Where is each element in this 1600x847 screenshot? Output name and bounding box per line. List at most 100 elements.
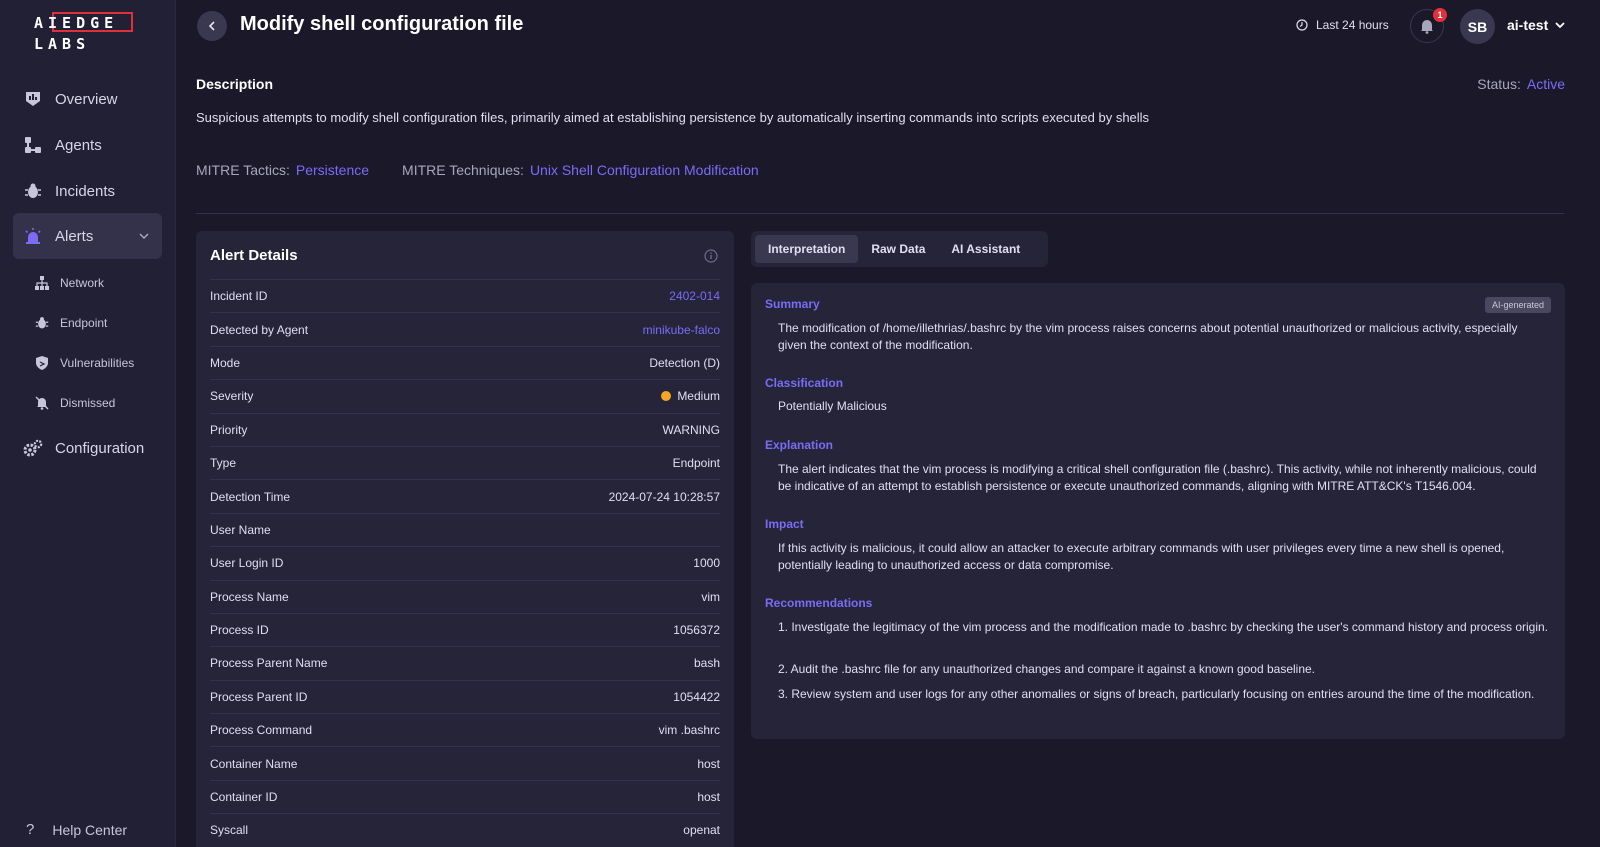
alert-details-table: Incident ID 2402-014 Detected by Agent min… xyxy=(210,279,720,847)
sidebar-item-overview[interactable]: Overview xyxy=(13,76,162,122)
row-key: Type xyxy=(210,456,237,471)
mitre-techniques-link[interactable]: Unix Shell Configuration Modification xyxy=(530,162,759,178)
sidebar-item-label: Alerts xyxy=(55,227,94,245)
sidebar-subitem-label: Endpoint xyxy=(60,316,108,330)
row-value: openat xyxy=(683,823,720,838)
severity-value: Medium xyxy=(661,389,720,403)
sidebar-subitem-label: Dismissed xyxy=(60,396,116,410)
sidebar-item-label: Agents xyxy=(55,136,102,154)
mitre-tactics-link[interactable]: Persistence xyxy=(296,162,369,178)
sidebar-subitem-network[interactable]: Network xyxy=(34,271,104,295)
agents-icon xyxy=(23,135,43,155)
sidebar-subitem-label: Vulnerabilities xyxy=(60,356,135,370)
time-range-label: Last 24 hours xyxy=(1316,18,1389,32)
row-key: Syscall xyxy=(210,823,249,838)
notifications-button[interactable]: 1 xyxy=(1410,8,1447,43)
time-range-selector[interactable]: Last 24 hours xyxy=(1296,18,1389,32)
sidebar-item-label: Configuration xyxy=(55,439,145,457)
logo-line1: AIEDGE xyxy=(34,14,119,32)
row-value: 1054422 xyxy=(673,689,720,704)
siren-icon xyxy=(23,226,43,246)
row-key: Process ID xyxy=(210,623,269,638)
row-key: Detection Time xyxy=(210,489,291,504)
row-value: host xyxy=(697,756,720,771)
row-key: Priority xyxy=(210,422,248,437)
row-key: Process Command xyxy=(210,723,313,738)
classification-text: Potentially Malicious xyxy=(778,399,887,413)
table-row: Container ID host xyxy=(210,779,720,813)
help-center-link[interactable]: ? Help Center xyxy=(26,821,127,838)
mitre-info: MITRE Tactics: Persistence MITRE Techniq… xyxy=(196,162,759,178)
chevron-down-icon xyxy=(138,229,150,247)
sidebar-item-incidents[interactable]: Incidents xyxy=(13,168,162,214)
status-badge: Active xyxy=(1526,76,1565,92)
row-key: Container Name xyxy=(210,756,298,771)
row-key: Container ID xyxy=(210,790,278,805)
chevron-left-icon xyxy=(208,21,215,31)
clock-icon xyxy=(1296,19,1308,31)
alert-details-panel: Alert Details Incident ID 2402-014 Detect… xyxy=(196,231,734,847)
mitre-tactics-label: MITRE Tactics: xyxy=(196,162,290,178)
classification-heading: Classification xyxy=(765,376,844,390)
table-row: Detection Time 2024-07-24 10:28:57 xyxy=(210,479,720,512)
row-value: vim .bashrc xyxy=(658,723,720,738)
bug-icon xyxy=(23,181,43,201)
user-menu[interactable]: ai-test xyxy=(1507,17,1566,33)
table-row: Detected by Agent minikube-falco xyxy=(210,312,720,345)
row-key: Process Name xyxy=(210,589,289,604)
status-label: Status: xyxy=(1477,76,1521,92)
status: Status: Active xyxy=(1477,76,1565,92)
row-value: Endpoint xyxy=(672,456,720,471)
sidebar-subitem-label: Network xyxy=(60,276,105,290)
help-center-label: Help Center xyxy=(52,821,128,838)
explanation-text: The alert indicates that the vim process… xyxy=(778,462,1537,493)
avatar[interactable]: SB xyxy=(1460,9,1495,44)
sidebar-subitem-endpoint[interactable]: Endpoint xyxy=(34,311,107,335)
row-value: 2024-07-24 10:28:57 xyxy=(608,489,720,504)
interpretation-panel: AI-generated Summary The modification of… xyxy=(751,283,1565,739)
sidebar: AIEDGE LABS Overview Agents Incidents Al… xyxy=(0,0,176,847)
sidebar-subitem-dismissed[interactable]: Dismissed xyxy=(34,391,115,415)
recommendation-item: 3. Review system and user logs for any o… xyxy=(778,687,1535,701)
sidebar-item-label: Overview xyxy=(55,90,118,108)
table-row: Syscall openat xyxy=(210,813,720,846)
dashboard-icon xyxy=(23,89,43,109)
row-key: User Name xyxy=(210,522,271,537)
description-text: Suspicious attempts to modify shell conf… xyxy=(196,110,1150,125)
shield-icon xyxy=(34,355,50,371)
impact-heading: Impact xyxy=(765,517,804,531)
table-row: User Login ID 1000 xyxy=(210,546,720,579)
table-row: Process Command vim .bashrc xyxy=(210,713,720,746)
agent-link[interactable]: minikube-falco xyxy=(643,323,720,337)
tab-ai-assistant[interactable]: AI Assistant xyxy=(938,235,1033,263)
row-key: Severity xyxy=(210,389,254,404)
table-row: Severity Medium xyxy=(210,379,720,412)
tab-raw-data[interactable]: Raw Data xyxy=(858,235,938,263)
table-row: Mode Detection (D) xyxy=(210,345,720,379)
recommendations-heading: Recommendations xyxy=(765,596,873,610)
table-row: Incident ID 2402-014 xyxy=(210,279,720,312)
incident-id-link[interactable]: 2402-014 xyxy=(669,289,720,303)
bell-icon xyxy=(1421,20,1433,34)
table-row: Process Parent ID 1054422 xyxy=(210,679,720,713)
back-button[interactable] xyxy=(197,11,227,41)
network-icon xyxy=(34,275,50,291)
explanation-heading: Explanation xyxy=(765,438,834,452)
row-key: User Login ID xyxy=(210,556,284,571)
sidebar-item-configuration[interactable]: Configuration xyxy=(13,425,162,471)
row-value: 1056372 xyxy=(673,623,720,638)
table-row: Process Name vim xyxy=(210,579,720,613)
sidebar-item-agents[interactable]: Agents xyxy=(13,122,162,168)
gears-icon xyxy=(23,438,43,458)
recommendation-item: 2. Audit the .bashrc file for any unauth… xyxy=(778,662,1316,676)
summary-heading: Summary xyxy=(765,297,820,311)
row-value: Medium xyxy=(677,389,720,404)
sidebar-item-alerts[interactable]: Alerts xyxy=(13,213,162,259)
severity-dot-icon xyxy=(661,391,672,402)
logo[interactable]: AIEDGE LABS xyxy=(34,12,144,54)
info-icon[interactable] xyxy=(704,249,718,268)
row-key: Incident ID xyxy=(210,289,268,304)
description-heading: Description xyxy=(196,76,274,92)
sidebar-subitem-vulnerabilities[interactable]: Vulnerabilities xyxy=(34,351,134,375)
tab-interpretation[interactable]: Interpretation xyxy=(755,235,859,263)
